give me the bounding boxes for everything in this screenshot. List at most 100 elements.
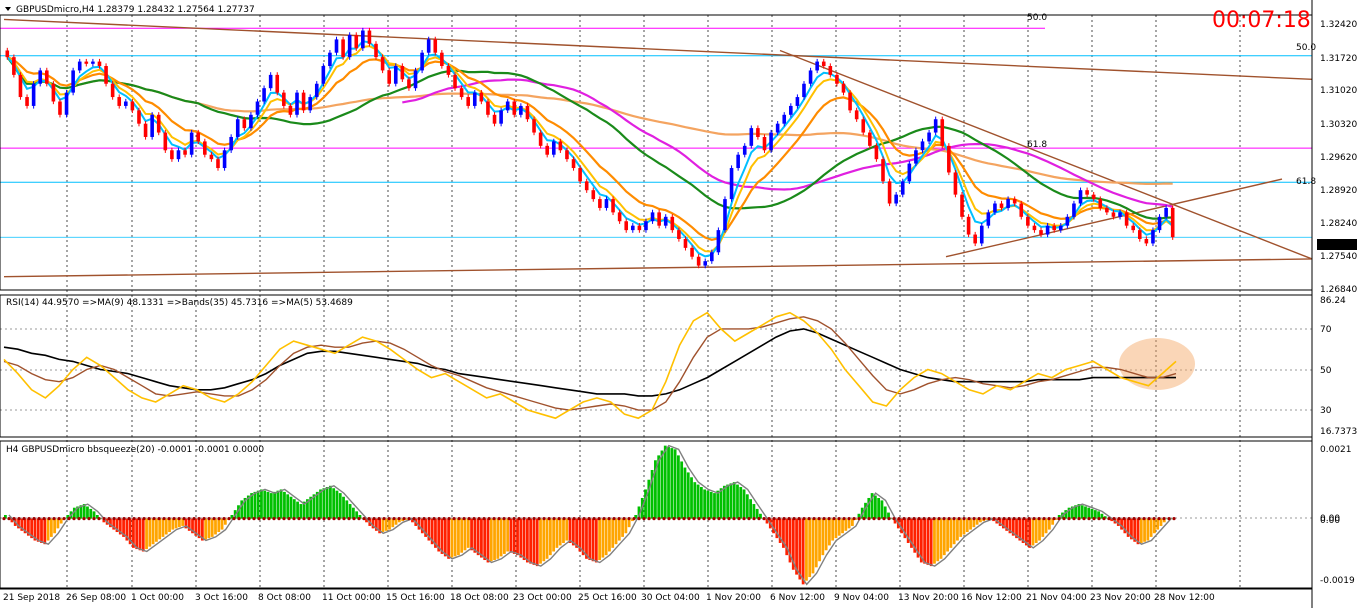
squeeze-bar	[214, 518, 217, 535]
price-tick: 1.27540	[1320, 252, 1357, 262]
candle-body	[551, 141, 556, 155]
squeeze-dot	[632, 517, 636, 521]
squeeze-bar	[348, 504, 352, 519]
squeeze-bar	[752, 504, 756, 519]
candle-body	[1006, 199, 1010, 208]
candle-body	[789, 105, 793, 115]
squeeze-dot	[732, 517, 736, 521]
squeeze-bar	[525, 518, 529, 563]
time-tick: 25 Oct 16:00	[578, 593, 637, 603]
candle-body	[538, 132, 543, 146]
squeeze-bar	[722, 485, 726, 519]
trading-chart[interactable]: GBPUSDmicro,H4 1.28379 1.28432 1.27564 1…	[0, 0, 1358, 608]
squeeze-bar	[171, 518, 175, 530]
squeeze-dot	[1152, 517, 1156, 521]
candle-body	[960, 194, 964, 217]
squeeze-dot	[652, 517, 656, 521]
squeeze-bar	[667, 446, 670, 519]
squeeze-dot	[317, 517, 321, 521]
candle-body	[440, 52, 444, 67]
squeeze-dot	[1017, 517, 1021, 521]
squeeze-tick: -0.0019	[1320, 576, 1355, 586]
squeeze-dot	[17, 517, 21, 521]
squeeze-bar	[929, 518, 933, 567]
squeeze-dot	[302, 517, 306, 521]
squeeze-bar	[732, 482, 736, 519]
squeeze-dot	[792, 517, 796, 521]
squeeze-bar	[952, 518, 956, 545]
squeeze-dot	[657, 517, 661, 521]
squeeze-bar	[447, 518, 450, 559]
squeeze-bar	[755, 508, 759, 519]
candle-body	[808, 70, 813, 84]
squeeze-dot	[187, 517, 191, 521]
candle-body	[189, 132, 194, 155]
squeeze-dot	[432, 517, 436, 521]
squeeze-dot	[897, 517, 901, 521]
squeeze-dot	[1007, 517, 1011, 521]
squeeze-bar	[1146, 518, 1150, 541]
candle-body	[525, 105, 530, 120]
rsi-header: RSI(14) 44.9570 =>MA(9) 48.1331 =>Bands(…	[6, 298, 353, 308]
squeeze-dot	[297, 517, 301, 521]
squeeze-bar	[598, 518, 601, 561]
squeeze-bar	[956, 518, 959, 541]
rsi-tick: 70	[1320, 325, 1332, 335]
price-tick: 1.32420	[1320, 20, 1357, 30]
squeeze-dot	[47, 517, 51, 521]
squeeze-bar	[703, 489, 707, 519]
squeeze-dot	[407, 517, 411, 521]
squeeze-bar	[256, 490, 260, 519]
time-tick: 30 Oct 04:00	[641, 593, 700, 603]
candle-body	[97, 61, 102, 67]
squeeze-bar	[670, 448, 674, 519]
squeeze-bar	[522, 518, 526, 561]
squeeze-bar	[1047, 518, 1051, 530]
candle-body	[137, 110, 141, 124]
candle-body	[591, 190, 596, 200]
squeeze-bar	[161, 518, 165, 537]
squeeze-bar	[283, 491, 286, 519]
squeeze-bar	[624, 518, 628, 534]
price-tick: 1.31020	[1320, 86, 1357, 96]
squeeze-bar	[217, 518, 221, 533]
squeeze-bar	[946, 518, 949, 552]
squeeze-bar	[470, 518, 473, 551]
squeeze-bar	[575, 518, 579, 548]
squeeze-bar	[1084, 506, 1087, 519]
candle-body	[150, 114, 154, 137]
squeeze-bar	[512, 518, 516, 554]
candle-body	[1124, 212, 1129, 226]
candle-body	[821, 61, 826, 67]
squeeze-dot	[87, 517, 91, 521]
squeeze-dot	[927, 517, 931, 521]
squeeze-dot	[962, 517, 966, 521]
squeeze-dot	[422, 517, 426, 521]
squeeze-dot	[642, 517, 646, 521]
squeeze-dot	[1107, 517, 1111, 521]
candle-body	[216, 159, 220, 169]
time-tick: 21 Sep 2018	[3, 593, 60, 603]
squeeze-dot	[1137, 517, 1141, 521]
squeeze-bar	[933, 518, 936, 564]
squeeze-dot	[482, 517, 486, 521]
candle-body	[795, 97, 800, 106]
candle-body	[64, 92, 69, 115]
candle-body	[558, 141, 563, 151]
squeeze-dot	[37, 517, 41, 521]
squeeze-dot	[782, 517, 786, 521]
squeeze-bar	[676, 455, 680, 519]
squeeze-bar	[289, 496, 293, 519]
candle-body	[5, 50, 10, 58]
time-tick: 3 Oct 16:00	[195, 593, 248, 603]
rsi-tick: 30	[1320, 406, 1332, 416]
squeeze-dot	[937, 517, 941, 521]
squeeze-bar	[273, 491, 276, 519]
candle-body	[617, 212, 622, 222]
squeeze-dot	[982, 517, 986, 521]
candle-body	[229, 136, 233, 151]
squeeze-bar	[660, 450, 664, 519]
time-tick: 18 Oct 08:00	[450, 593, 509, 603]
candle-body	[861, 119, 866, 133]
squeeze-dot	[267, 517, 271, 521]
